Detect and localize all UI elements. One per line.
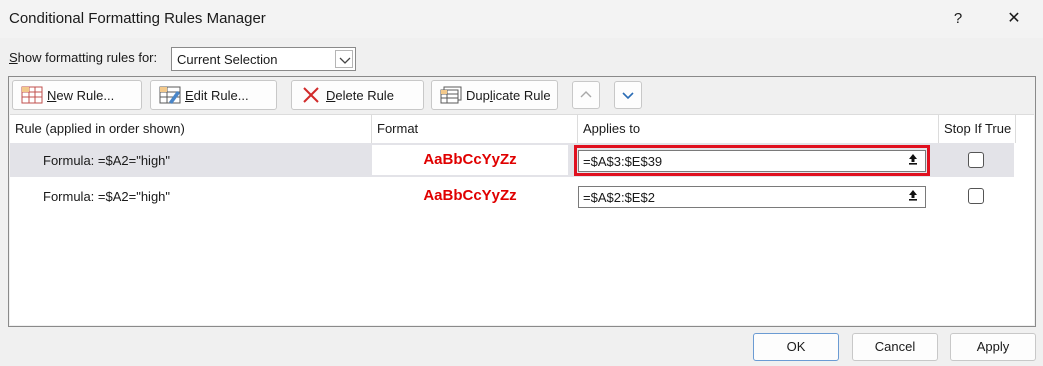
collapse-dialog-icon[interactable] [904,188,922,206]
duplicate-rule-button[interactable]: Duplicate Rule [431,80,558,110]
move-down-button[interactable] [614,81,642,109]
edit-rule-icon [159,86,181,104]
new-rule-button[interactable]: New Rule... [12,80,142,110]
show-rules-label-text: how formatting rules for: [17,50,158,65]
rule-row[interactable]: Formula: =$A2="high" AaBbCcYyZz =$A$3:$E… [10,143,1014,177]
edit-rule-label: Edit Rule... [185,87,249,103]
format-preview: AaBbCcYyZz [372,145,568,175]
show-rules-label: Show formatting rules for: [9,50,157,65]
delete-rule-button[interactable]: Delete Rule [291,80,424,110]
delete-rule-label: Delete Rule [326,87,394,103]
new-rule-label: New Rule... [47,87,115,103]
show-rules-select[interactable]: Current Selection [171,47,356,71]
rules-table: Rule (applied in order shown) Format App… [10,114,1034,325]
apply-button[interactable]: Apply [950,333,1036,361]
column-header-applies-to[interactable]: Applies to [578,115,939,143]
column-header-rule[interactable]: Rule (applied in order shown) [10,115,372,143]
rule-description: Formula: =$A2="high" [43,153,171,168]
help-button[interactable]: ? [944,6,972,32]
format-preview: AaBbCcYyZz [423,187,517,204]
edit-rule-button[interactable]: Edit Rule... [150,80,277,110]
chevron-down-icon[interactable] [335,50,353,68]
stop-if-true-checkbox[interactable] [968,152,984,168]
column-header-stop-if-true[interactable]: Stop If True [939,115,1016,143]
chevron-up-icon [580,91,592,98]
rule-row[interactable]: Formula: =$A2="high" AaBbCcYyZz =$A$2:$E… [10,179,1014,213]
move-up-button[interactable] [572,81,600,109]
column-header-format[interactable]: Format [372,115,578,143]
rules-panel: New Rule... Edit Rule... Delete Rule Dup… [8,76,1036,327]
stop-if-true-checkbox[interactable] [968,188,984,204]
applies-to-input[interactable]: =$A$2:$E$2 [578,186,926,208]
cancel-button[interactable]: Cancel [852,333,938,361]
highlight-box [574,145,930,176]
ok-button[interactable]: OK [753,333,839,361]
chevron-down-icon [622,92,634,100]
show-rules-select-value: Current Selection [177,52,278,67]
show-rules-label-mnemonic: S [9,50,18,65]
duplicate-rule-icon [440,86,462,104]
new-rule-icon [21,86,43,104]
applies-to-value: =$A$2:$E$2 [583,190,655,205]
delete-x-icon [300,86,322,104]
duplicate-rule-label: Duplicate Rule [466,87,551,103]
dialog-title: Conditional Formatting Rules Manager [9,10,266,27]
rule-description: Formula: =$A2="high" [43,189,171,204]
close-button[interactable]: ✕ [996,6,1032,32]
title-bar: Conditional Formatting Rules Manager ? ✕ [0,0,1043,38]
